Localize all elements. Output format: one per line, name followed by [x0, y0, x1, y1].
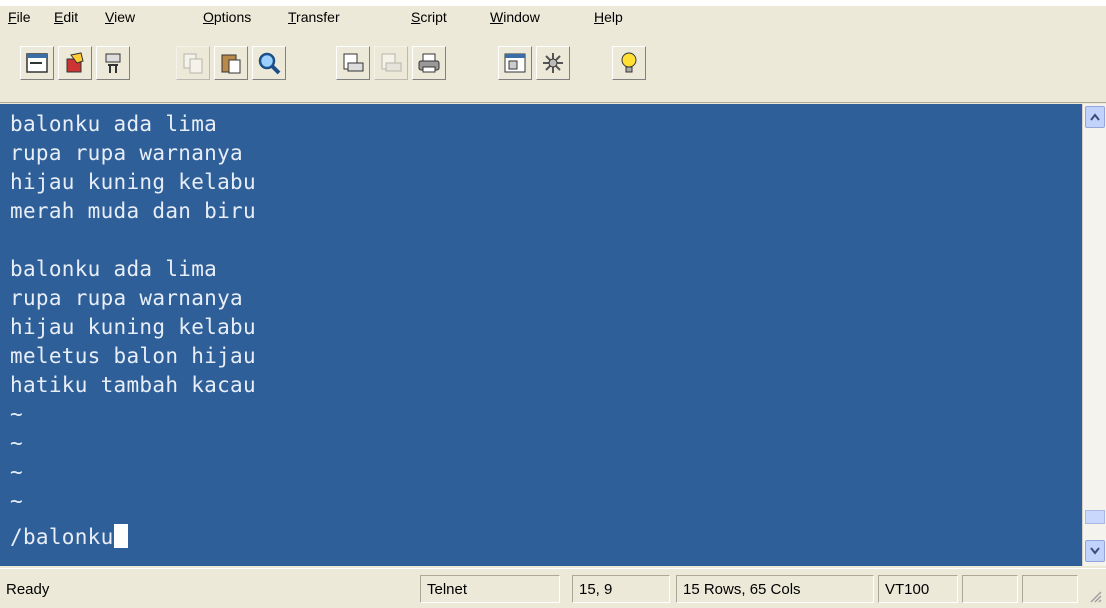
print-setup-button[interactable] [336, 46, 370, 80]
protocol-text: Telnet [427, 581, 468, 598]
menu-help[interactable]: Help [594, 9, 623, 25]
terminal-line: balonku ada lima [10, 112, 218, 136]
print-selection-button[interactable] [374, 46, 408, 80]
keymap-icon [541, 51, 565, 75]
terminal-line: ~ [10, 489, 23, 513]
find-button[interactable] [252, 46, 286, 80]
scroll-up-button[interactable] [1085, 106, 1105, 128]
menu-view[interactable]: View [105, 9, 135, 25]
menu-script[interactable]: Script [411, 9, 447, 25]
terminal-line: hatiku tambah kacau [10, 373, 256, 397]
chevron-down-icon [1090, 542, 1100, 560]
quick-connect-icon [63, 51, 87, 75]
menu-window[interactable]: Window [490, 9, 540, 25]
disconnect-button[interactable] [96, 46, 130, 80]
cursor-position-panel: 15, 9 [572, 575, 670, 603]
print-setup-icon [341, 51, 365, 75]
terminal-line: meletus balon hijau [10, 344, 256, 368]
print-icon [417, 51, 441, 75]
chevron-up-icon [1090, 108, 1100, 126]
terminal-line: balonku ada lima [10, 257, 218, 281]
screen-size-panel: 15 Rows, 65 Cols [676, 575, 874, 603]
menu-bar: File Edit View Options Transfer Script W… [0, 6, 1106, 32]
toolbar [0, 32, 1106, 103]
menu-options[interactable]: Options [203, 9, 251, 25]
scroll-thumb[interactable] [1085, 510, 1105, 524]
command-text: /balonku [10, 525, 114, 549]
copy-icon [181, 51, 205, 75]
session-options-button[interactable] [498, 46, 532, 80]
menu-edit[interactable]: Edit [54, 9, 78, 25]
disconnect-icon [101, 51, 125, 75]
protocol-panel: Telnet [420, 575, 560, 603]
terminal-line: ~ [10, 431, 23, 455]
connect-icon [25, 52, 49, 74]
quick-connect-button[interactable] [58, 46, 92, 80]
command-line: /balonku [10, 524, 128, 552]
status-panel-empty [1022, 575, 1078, 603]
terminal-line: rupa rupa warnanya [10, 286, 243, 310]
menu-file[interactable]: File [8, 9, 31, 25]
copy-button[interactable] [176, 46, 210, 80]
terminal-line: merah muda dan biru [10, 199, 256, 223]
scroll-down-button[interactable] [1085, 540, 1105, 562]
terminal-line: ~ [10, 460, 23, 484]
emulation-text: VT100 [885, 581, 930, 598]
emulation-panel: VT100 [878, 575, 958, 603]
terminal-line: hijau kuning kelabu [10, 315, 256, 339]
screen-size-text: 15 Rows, 65 Cols [683, 581, 801, 598]
help-icon [617, 51, 641, 75]
resize-grip-icon[interactable] [1088, 589, 1102, 603]
vertical-scrollbar[interactable] [1082, 104, 1106, 566]
terminal-line: ~ [10, 402, 23, 426]
status-ready: Ready [6, 581, 50, 598]
paste-icon [219, 51, 243, 75]
terminal-screen[interactable]: balonku ada lima rupa rupa warnanya hija… [0, 104, 1082, 566]
print-button[interactable] [412, 46, 446, 80]
menu-transfer[interactable]: Transfer [288, 9, 340, 25]
terminal-line: hijau kuning kelabu [10, 170, 256, 194]
print-selection-icon [379, 51, 403, 75]
connect-button[interactable] [20, 46, 54, 80]
paste-button[interactable] [214, 46, 248, 80]
text-cursor [113, 524, 128, 548]
keymap-button[interactable] [536, 46, 570, 80]
session-options-icon [503, 51, 527, 75]
terminal-line: rupa rupa warnanya [10, 141, 243, 165]
find-icon [257, 51, 281, 75]
cursor-position-text: 15, 9 [579, 581, 613, 598]
status-bar: Ready Telnet 15, 9 15 Rows, 65 Cols VT10… [0, 568, 1106, 607]
help-button[interactable] [612, 46, 646, 80]
status-panel-empty [962, 575, 1018, 603]
